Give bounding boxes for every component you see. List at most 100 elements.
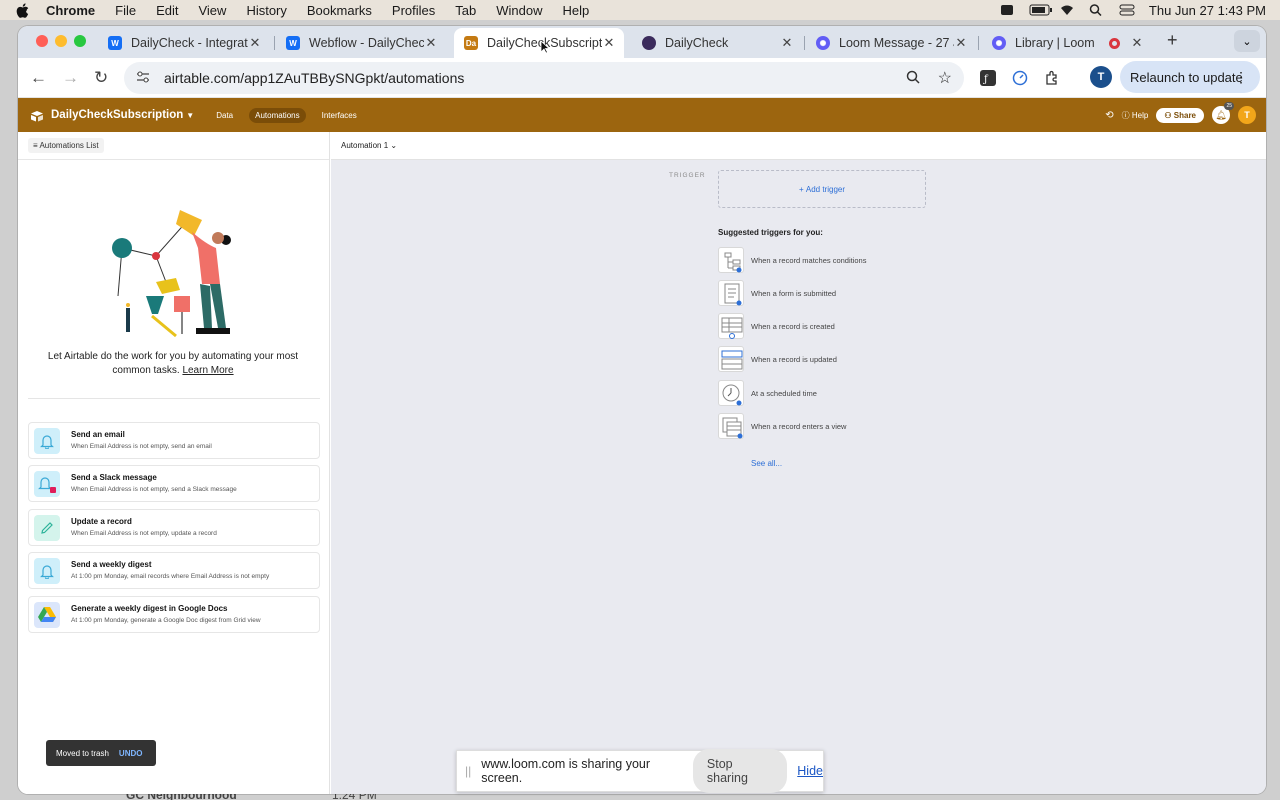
profile-avatar[interactable]: T [1090,66,1112,88]
suggestion-send-slack-message[interactable]: Send a Slack message When Email Address … [28,465,320,502]
bell-icon [34,558,60,584]
suggestion-desc: When Email Address is not empty, send a … [71,486,237,493]
menu-window[interactable]: Window [496,3,542,18]
menu-edit[interactable]: Edit [156,3,178,18]
back-arrow-icon[interactable]: ← [30,68,47,88]
site-settings-icon[interactable] [136,70,150,86]
trigger-record-created[interactable]: When a record is created [718,312,835,340]
browser-window: W DailyCheck - Integratio ✕ W Webflow - … [18,26,1266,794]
menu-view[interactable]: View [198,3,226,18]
airtable-logo-icon[interactable] [30,109,44,122]
minimize-window-button[interactable] [55,35,67,47]
close-tab-icon[interactable]: ✕ [424,35,438,51]
menu-bookmarks[interactable]: Bookmarks [307,3,372,18]
macos-menu-bar: Chrome File Edit View History Bookmarks … [0,0,1280,20]
airtable-base-icon: Da [464,36,478,50]
help-button[interactable]: ⓘ Help [1122,110,1149,121]
bookmark-star-icon[interactable]: ☆ [938,68,952,88]
airtable-header: DailyCheckSubscription ▼ Data Automations… [18,98,1266,132]
trigger-record-updated[interactable]: When a record is updated [718,345,837,373]
control-center-icon[interactable] [1119,4,1135,16]
apple-logo-icon[interactable] [16,2,32,18]
tab-search-button[interactable]: ⌄ [1234,30,1260,52]
relaunch-label: Relaunch to update [1130,69,1243,85]
extension-clock-icon[interactable] [1012,70,1028,86]
nav-automations[interactable]: Automations [249,107,306,123]
suggestion-update-record[interactable]: Update a record When Email Address is no… [28,509,320,546]
add-trigger-button[interactable]: + Add trigger [718,170,926,208]
nav-interfaces[interactable]: Interfaces [316,108,363,123]
trigger-label: When a record enters a view [751,421,847,431]
tab-strip: W DailyCheck - Integratio ✕ W Webflow - … [18,26,1266,58]
automation-illustration [112,210,231,338]
address-bar[interactable]: airtable.com/app1ZAuTBBySNGpkt/automatio… [124,62,964,94]
tab-dailychecksubscription[interactable]: Da DailyCheckSubscriptio ✕ [454,28,624,58]
share-button[interactable]: ⚇ Share [1156,107,1204,123]
wifi-icon[interactable] [1059,4,1075,16]
forward-arrow-icon[interactable]: → [62,68,79,88]
zoom-window-button[interactable] [74,35,86,47]
reload-icon[interactable]: ↻ [94,68,108,88]
suggestion-send-weekly-digest[interactable]: Send a weekly digest At 1:00 pm Monday, … [28,552,320,589]
tab-webflow-dailycheck[interactable]: W Webflow - DailyCheck ✕ [276,28,446,58]
menu-bar-clock[interactable]: Thu Jun 27 1:43 PM [1149,3,1266,18]
hide-sharing-bar-link[interactable]: Hide [797,764,823,778]
battery-icon[interactable] [1029,4,1052,16]
nav-data[interactable]: Data [210,108,239,123]
trigger-record-enters-view[interactable]: When a record enters a view [718,412,846,440]
share-label: Share [1173,110,1196,120]
extension-fx-icon[interactable]: ƒ [980,70,996,86]
suggestion-google-docs-digest[interactable]: Generate a weekly digest in Google Docs … [28,596,320,633]
moved-to-trash-toast: Moved to trash UNDO [46,740,156,766]
new-tab-button[interactable]: + [1167,30,1178,51]
extensions-puzzle-icon[interactable] [1044,70,1060,86]
record-created-icon [718,313,744,339]
user-avatar[interactable]: T [1238,106,1256,124]
more-menu-icon[interactable]: ⋮ [1234,69,1248,86]
close-tab-icon[interactable]: ✕ [780,35,794,51]
tab-dailycheck-integration[interactable]: W DailyCheck - Integratio ✕ [98,28,270,58]
menu-profiles[interactable]: Profiles [392,3,435,18]
app-status-icon[interactable] [999,4,1015,16]
automation-name-dropdown[interactable]: Automation 1 ⌄ [341,141,397,150]
trigger-scheduled-time[interactable]: At a scheduled time [718,379,817,407]
suggestion-title: Send a Slack message [71,473,157,482]
see-all-triggers-link[interactable]: See all... [751,459,782,468]
trigger-record-matches-conditions[interactable]: When a record matches conditions [718,246,866,274]
list-icon: ≡ [33,141,38,150]
loom-icon: ✺ [992,36,1006,50]
tab-loom-message[interactable]: ✺ Loom Message - 27 Ju ✕ [806,28,976,58]
close-tab-icon[interactable]: ✕ [954,35,968,51]
close-tab-icon[interactable]: ✕ [248,35,262,51]
tab-dailycheck[interactable]: DailyCheck ✕ [632,28,802,58]
automation-name: Automation 1 [341,141,389,150]
trigger-form-submitted[interactable]: When a form is submitted [718,279,836,307]
learn-more-link[interactable]: Learn More [182,365,233,376]
view-icon [718,413,744,439]
bell-icon [34,471,60,497]
spotlight-search-icon[interactable] [1089,4,1105,17]
menu-tab[interactable]: Tab [455,3,476,18]
stop-sharing-button[interactable]: Stop sharing [692,749,788,793]
relaunch-to-update-button[interactable]: Relaunch to update ⋮ [1120,61,1260,93]
base-name-menu[interactable]: DailyCheckSubscription ▼ [51,109,194,121]
automations-list-button[interactable]: ≡ Automations List [28,138,104,153]
menu-history[interactable]: History [246,3,286,18]
undo-button[interactable]: UNDO [119,749,143,758]
zoom-icon[interactable] [906,70,920,87]
close-tab-icon[interactable]: ✕ [602,35,616,51]
menu-file[interactable]: File [115,3,136,18]
menu-help[interactable]: Help [563,3,590,18]
suggestion-send-email[interactable]: Send an email When Email Address is not … [28,422,320,459]
notifications-bell-icon[interactable]: 🔔︎ 25 [1212,102,1234,124]
automations-intro: Let Airtable do the work for you by auto… [42,350,304,378]
drag-handle-icon[interactable]: || [465,764,471,778]
clock-icon [718,380,744,406]
trigger-label: When a record is updated [751,354,837,364]
close-tab-icon[interactable]: ✕ [1130,35,1144,51]
close-window-button[interactable] [36,35,48,47]
menu-app-name[interactable]: Chrome [46,3,95,18]
people-icon: ⚇ [1164,110,1172,120]
tab-library-loom[interactable]: ✺ Library | Loom ✕ [982,28,1152,58]
history-icon[interactable]: ⟲ [1105,110,1113,121]
